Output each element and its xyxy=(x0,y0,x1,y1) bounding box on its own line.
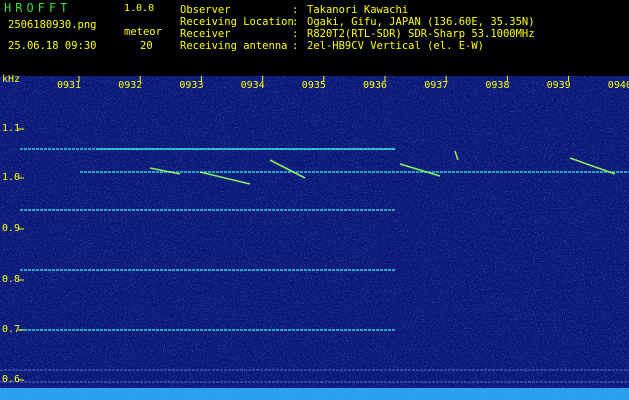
meteor-count: 20 xyxy=(140,40,153,52)
y-tick-label: 1.1 xyxy=(2,123,21,134)
x-tick-label: 0933 xyxy=(179,80,204,91)
x-tick-label: 0935 xyxy=(301,80,326,91)
datetime: 25.06.18 09:30 xyxy=(8,40,97,52)
x-tick-label: 0939 xyxy=(546,80,571,91)
observer-value: Takanori Kawachi xyxy=(307,4,409,16)
x-tick-label: 0936 xyxy=(363,80,388,91)
antenna-value: 2el-HB9CV Vertical (el. E-W) xyxy=(307,40,485,52)
antenna-label: Receiving antenna xyxy=(180,40,288,52)
receiver-value: R820T2(RTL-SDR) SDR-Sharp 53.1000MHz xyxy=(307,28,535,40)
meteor-label: meteor xyxy=(124,26,162,38)
info-separator: : xyxy=(292,16,299,28)
y-tick-label: 0.9 xyxy=(2,223,21,234)
y-tick-label: 0.7 xyxy=(2,324,21,335)
location-value: Ogaki, Gifu, JAPAN (136.60E, 35.35N) xyxy=(307,16,535,28)
noise-floor-band xyxy=(0,388,629,400)
app-version: 1.0.0 xyxy=(124,3,155,14)
x-tick-label: 0937 xyxy=(424,80,449,91)
x-tick-label: 0934 xyxy=(240,80,265,91)
spectrogram: kHz 1.1 1.0 0.9 0.8 0.7 0.6 0931 0932 0933 0934 0… xyxy=(0,74,629,400)
app-title: HROFFT xyxy=(4,1,72,15)
x-tick-label: 0938 xyxy=(485,80,510,91)
y-tick-label: 0.8 xyxy=(2,274,21,285)
info-separator: : xyxy=(292,28,299,40)
x-tick-label: 0931 xyxy=(57,80,82,91)
info-separator: : xyxy=(292,40,299,52)
header-panel: HROFFT 1.0.0 2506180930.png 25.06.18 09:… xyxy=(0,0,629,76)
file-name: 2506180930.png xyxy=(8,19,97,31)
y-axis-unit: kHz xyxy=(2,74,21,85)
receiver-label: Receiver xyxy=(180,28,231,40)
y-tick-label: 1.0 xyxy=(2,172,21,183)
location-label: Receiving Location xyxy=(180,16,294,28)
y-tick-label: 0.6 xyxy=(2,374,21,385)
spectrogram-noise xyxy=(0,76,629,400)
info-separator: : xyxy=(292,4,299,16)
observer-label: Observer xyxy=(180,4,231,16)
x-tick-label: 0940 xyxy=(607,80,629,91)
x-tick-label: 0932 xyxy=(118,80,143,91)
spectrogram-canvas xyxy=(0,76,629,400)
